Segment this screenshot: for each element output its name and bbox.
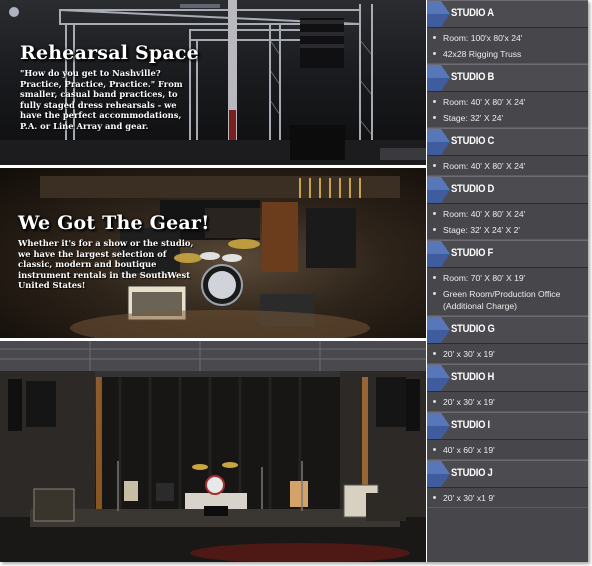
studio-header[interactable]: STUDIO G [427,316,588,344]
studio-details-list: Room: 40' X 80' X 24' Stage: 32' X 24' [427,92,588,128]
studio-detail-item: Room: 70' X 80' X 19' [427,272,588,284]
bullet-icon [433,292,436,295]
studio-list-sidebar: STUDIO A Room: 100'x 80'x 24' 42x28 Riggi… [427,0,588,562]
bullet-icon [433,52,436,55]
studio-section-1: STUDIO A Room: 100'x 80'x 24' 42x28 Riggi… [427,0,588,64]
studio-name: STUDIO J [451,467,493,479]
studio-header[interactable]: STUDIO C [427,128,588,156]
studio-name: STUDIO C [451,135,495,147]
studio-detail-text: Room: 40' X 80' X 24' [443,97,526,107]
photo-column: Rehearsal Space "How do you get to Nashv… [0,0,426,562]
studio-detail-text: Stage: 32' X 24' [443,113,504,123]
bullet-icon [433,116,436,119]
blue-tab-arrow-icon [427,1,451,27]
rehearsal-space-title: Rehearsal Space [20,42,199,64]
studio-header[interactable]: STUDIO B [427,64,588,92]
studio-detail-text: Room: 40' X 80' X 24' [443,161,526,171]
studio-details-list: 20' x 30' x1 9' [427,488,588,508]
studio-section-2: STUDIO B Room: 40' X 80' X 24' Stage: 32'… [427,64,588,128]
studio-name: STUDIO I [451,419,490,431]
blue-tab-arrow-icon [427,129,451,155]
blue-tab-arrow-icon [427,317,451,343]
blue-tab-arrow-icon [427,461,451,487]
studio-detail-text: 20' x 30' x 19' [443,349,495,359]
bullet-icon [433,228,436,231]
studio-detail-item: 40' x 60' x 19' [427,444,588,456]
page-frame: Rehearsal Space "How do you get to Nashv… [0,0,588,562]
studio-header[interactable]: STUDIO A [427,0,588,28]
rehearsal-space-description: "How do you get to Nashville? Practice, … [20,68,183,131]
studio-detail-item: Room: 100'x 80'x 24' [427,32,588,44]
blue-tab-arrow-icon [427,413,451,439]
bullet-icon [433,164,436,167]
bullet-icon [433,400,436,403]
blue-tab-arrow-icon [427,177,451,203]
bullet-icon [433,100,436,103]
studio-details-list: 20' x 30' x 19' [427,344,588,364]
studio-details-list: Room: 100'x 80'x 24' 42x28 Rigging Truss [427,28,588,64]
studio-section-7: STUDIO H 20' x 30' x 19' [427,364,588,412]
bullet-icon [433,212,436,215]
studio-section-3: STUDIO C Room: 40' X 80' X 24' [427,128,588,176]
studio-detail-text: Room: 40' X 80' X 24' [443,209,526,219]
bullet-icon [433,496,436,499]
studio-detail-item: 20' x 30' x 19' [427,396,588,408]
bullet-icon [433,276,436,279]
studio-header[interactable]: STUDIO D [427,176,588,204]
studio-header[interactable]: STUDIO F [427,240,588,268]
studio-details-list: Room: 40' X 80' X 24' Stage: 32' X 24' X … [427,204,588,240]
studio-detail-item: Room: 40' X 80' X 24' [427,208,588,220]
studio-detail-text: Green Room/Production Office (Additional… [443,289,561,311]
studio-section-8: STUDIO I 40' x 60' x 19' [427,412,588,460]
bullet-icon [433,448,436,451]
gear-title: We Got The Gear! [18,212,210,234]
studio-details-list: 40' x 60' x 19' [427,440,588,460]
blue-tab-arrow-icon [427,365,451,391]
gear-photo: We Got The Gear! Whether it's for a show… [0,168,426,338]
studio-detail-item: 42x28 Rigging Truss [427,48,588,60]
rehearsal-space-photo: Rehearsal Space "How do you get to Nashv… [0,0,426,165]
studio-detail-text: Room: 100'x 80'x 24' [443,33,523,43]
studio-header[interactable]: STUDIO J [427,460,588,488]
stage-photo [0,341,426,562]
gear-description: Whether it's for a show or the studio, w… [18,238,194,291]
blue-tab-arrow-icon [427,65,451,91]
studio-detail-item: 20' x 30' x 19' [427,348,588,360]
studio-section-5: STUDIO F Room: 70' X 80' X 19' Green Room… [427,240,588,316]
studio-detail-text: 20' x 30' x 19' [443,397,495,407]
studio-name: STUDIO D [451,183,495,195]
studio-name: STUDIO A [451,7,494,19]
studio-section-6: STUDIO G 20' x 30' x 19' [427,316,588,364]
studio-detail-item: Room: 40' X 80' X 24' [427,160,588,172]
studio-name: STUDIO G [451,323,495,335]
studio-detail-item: Stage: 32' X 24' X 2' [427,224,588,236]
studio-section-9: STUDIO J 20' x 30' x1 9' [427,460,588,508]
studio-header[interactable]: STUDIO H [427,364,588,392]
studio-detail-text: 40' x 60' x 19' [443,445,495,455]
studio-details-list: Room: 70' X 80' X 19' Green Room/Producti… [427,268,588,316]
studio-detail-text: Stage: 32' X 24' X 2' [443,225,521,235]
studio-detail-item: Room: 40' X 80' X 24' [427,96,588,108]
studio-detail-item: Stage: 32' X 24' [427,112,588,124]
stage-image [0,341,426,562]
studio-header[interactable]: STUDIO I [427,412,588,440]
studio-detail-item: 20' x 30' x1 9' [427,492,588,504]
studio-detail-text: 20' x 30' x1 9' [443,493,495,503]
bullet-icon [433,36,436,39]
studio-detail-text: Room: 70' X 80' X 19' [443,273,526,283]
bullet-icon [433,352,436,355]
studio-name: STUDIO H [451,371,495,383]
studio-name: STUDIO B [451,71,495,83]
blue-tab-arrow-icon [427,241,451,267]
studio-detail-text: 42x28 Rigging Truss [443,49,522,59]
studio-name: STUDIO F [451,247,494,259]
studio-details-list: Room: 40' X 80' X 24' [427,156,588,176]
studio-section-4: STUDIO D Room: 40' X 80' X 24' Stage: 32'… [427,176,588,240]
studio-detail-item: Green Room/Production Office (Additional… [427,288,588,312]
studio-details-list: 20' x 30' x 19' [427,392,588,412]
